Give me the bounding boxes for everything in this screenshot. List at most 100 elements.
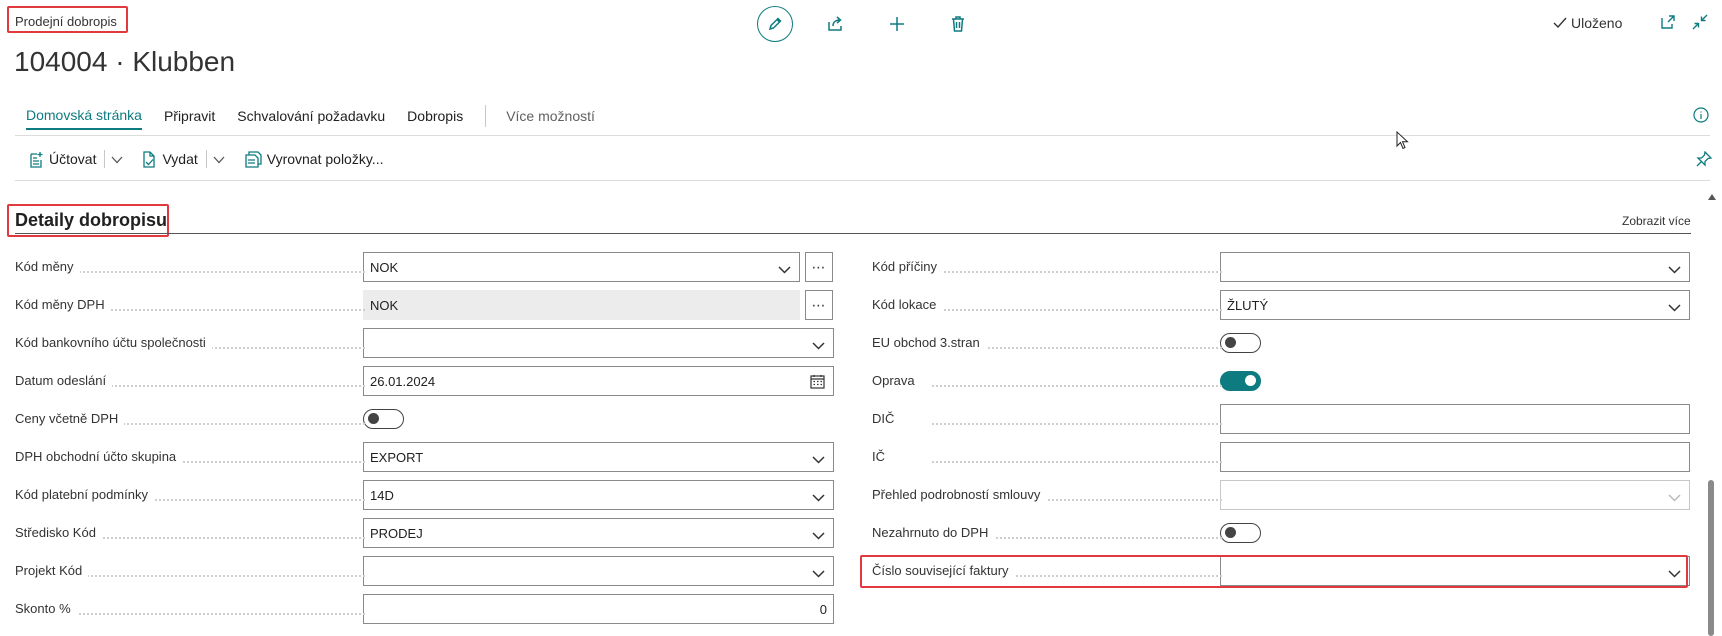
apply-entries-label: Vyrovnat položky... <box>266 151 384 167</box>
field-value: EXPORT <box>370 450 424 465</box>
field-vat-registration-no: DIČ <box>872 404 1690 434</box>
field-payment-terms-code: Kód platební podmínky 14D <box>15 480 834 510</box>
delete-button[interactable] <box>940 6 976 42</box>
collapse-button[interactable] <box>1692 14 1710 32</box>
calendar-icon[interactable] <box>810 374 825 389</box>
currency-code-lookup-button[interactable]: ⋯ <box>805 252 833 282</box>
currency-code-select[interactable]: NOK <box>363 252 800 282</box>
payment-terms-code-select[interactable]: 14D <box>363 480 834 510</box>
department-code-select[interactable]: PRODEJ <box>363 518 834 548</box>
shipment-date-input[interactable]: 26.01.2024 <box>363 366 834 396</box>
payment-discount-input[interactable]: 0 <box>363 594 834 624</box>
field-project-code: Projekt Kód <box>15 556 834 586</box>
label-leader <box>75 309 365 311</box>
field-label: Kód měny <box>15 259 80 274</box>
field-value: 14D <box>370 488 394 503</box>
split-separator <box>205 150 207 168</box>
open-new-window-button[interactable] <box>1660 14 1678 32</box>
share-icon <box>828 16 842 31</box>
apply-entries-button[interactable]: Vyrovnat položky... <box>245 150 384 168</box>
saved-label: Uloženo <box>1571 15 1623 31</box>
field-eu-3-party-trade: EU obchod 3.stran <box>872 328 1690 358</box>
field-reason-code: Kód příčiny <box>872 252 1690 282</box>
toggle-knob <box>1225 337 1236 348</box>
tab-home[interactable]: Domovská stránka <box>26 107 142 130</box>
label-leader <box>75 613 365 615</box>
vat-currency-code-field: NOK <box>363 290 800 320</box>
project-code-select[interactable] <box>363 556 834 586</box>
vat-bus-posting-group-select[interactable]: EXPORT <box>363 442 834 472</box>
chevron-down-icon <box>1668 494 1681 502</box>
chevron-down-icon <box>812 532 825 540</box>
page-scrollbar[interactable] <box>1705 190 1717 636</box>
info-button[interactable] <box>1693 107 1709 128</box>
field-department-code: Středisko Kód PRODEJ <box>15 518 834 548</box>
release-icon <box>143 150 156 168</box>
tabs-divider <box>15 135 1710 136</box>
field-value: PRODEJ <box>370 526 423 541</box>
field-label: DPH obchodní účto skupina <box>15 449 183 464</box>
excluded-from-vat-toggle[interactable] <box>1220 523 1261 543</box>
field-value: 0 <box>819 602 827 617</box>
tab-credit-memo[interactable]: Dobropis <box>407 108 463 129</box>
field-prices-including-vat: Ceny včetně DPH <box>15 404 833 434</box>
field-location-code: Kód lokace ŽLUTÝ <box>872 290 1690 320</box>
action-bar: Účtovat Vydat Vyrovnat položky... <box>28 150 383 168</box>
location-code-select[interactable]: ŽLUTÝ <box>1220 290 1690 320</box>
chevron-down-icon <box>1668 304 1681 312</box>
prices-including-vat-toggle[interactable] <box>363 409 404 429</box>
post-menu-button[interactable] <box>111 151 123 167</box>
delete-icon <box>952 16 964 32</box>
label-leader <box>932 271 1222 273</box>
eu-3-party-trade-toggle[interactable] <box>1220 333 1261 353</box>
contract-details-select <box>1220 480 1690 510</box>
tab-request-approval[interactable]: Schvalování požadavku <box>237 108 385 129</box>
checkmark-icon <box>1553 17 1567 29</box>
field-value: ŽLUTÝ <box>1227 298 1269 313</box>
tab-separator <box>485 105 487 127</box>
vat-currency-code-lookup-button[interactable]: ⋯ <box>805 290 833 320</box>
show-more-link[interactable]: Zobrazit více <box>1622 214 1691 228</box>
apply-entries-icon <box>245 150 262 168</box>
field-company-bank-account: Kód bankovního účtu společnosti <box>15 328 834 358</box>
chevron-down-icon <box>1668 266 1681 274</box>
scroll-up-arrow[interactable] <box>1708 194 1716 200</box>
tab-more-options[interactable]: Více možností <box>506 108 595 129</box>
registration-no-input[interactable] <box>1220 442 1690 472</box>
share-button[interactable] <box>818 6 854 42</box>
release-label: Vydat <box>162 151 198 167</box>
field-label: Kód lokace <box>872 297 943 312</box>
page-actions <box>757 6 1001 42</box>
collapse-icon <box>1692 14 1708 30</box>
actionbar-divider <box>15 180 1710 181</box>
post-button[interactable]: Účtovat <box>28 151 96 168</box>
section-title[interactable]: Detaily dobropisu <box>15 210 167 231</box>
field-label: Středisko Kód <box>15 525 102 540</box>
pin-action-bar-button[interactable] <box>1696 150 1713 172</box>
tab-prepare[interactable]: Připravit <box>164 108 215 129</box>
pin-icon <box>1696 150 1713 167</box>
field-label: DIČ <box>872 411 901 426</box>
scroll-thumb[interactable] <box>1708 480 1714 636</box>
release-menu-button[interactable] <box>213 151 225 167</box>
edit-button[interactable] <box>757 6 793 42</box>
toggle-knob <box>1225 527 1236 538</box>
field-label: Skonto % <box>15 601 77 616</box>
field-value: NOK <box>370 298 399 313</box>
info-icon <box>1693 107 1709 123</box>
field-label: Číslo související faktury <box>872 563 1015 578</box>
vat-registration-no-input[interactable] <box>1220 404 1690 434</box>
label-leader <box>75 271 365 273</box>
field-label: Oprava <box>872 373 921 388</box>
field-shipment-date: Datum odeslání 26.01.2024 <box>15 366 834 396</box>
field-currency-code: Kód měny NOK ⋯ <box>15 252 833 282</box>
company-bank-account-select[interactable] <box>363 328 834 358</box>
toggle-knob <box>368 413 379 424</box>
label-leader <box>932 385 1222 387</box>
reason-code-select[interactable] <box>1220 252 1690 282</box>
new-button[interactable] <box>879 6 915 42</box>
open-new-window-icon <box>1661 15 1675 29</box>
field-vat-currency-code: Kód měny DPH NOK ⋯ <box>15 290 833 320</box>
release-button[interactable]: Vydat <box>141 150 198 168</box>
correction-toggle[interactable] <box>1220 371 1261 391</box>
